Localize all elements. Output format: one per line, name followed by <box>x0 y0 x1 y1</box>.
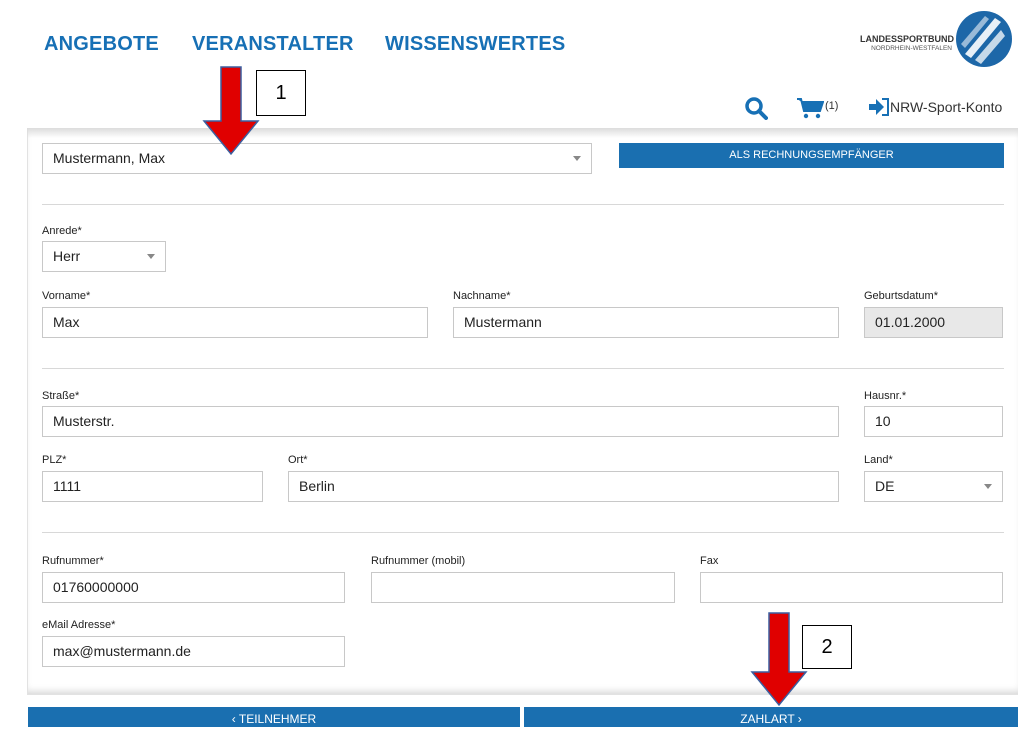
divider <box>42 532 1004 533</box>
person-select[interactable]: Mustermann, Max <box>42 143 592 174</box>
logo-line1: LANDESSPORTBUND <box>860 34 955 44</box>
account-link[interactable]: NRW-Sport-Konto <box>890 99 1002 115</box>
vorname-label: Vorname* <box>42 290 91 302</box>
strasse-field[interactable]: Musterstr. <box>42 406 839 437</box>
nav-angebote[interactable]: ANGEBOTE <box>44 33 159 56</box>
vorname-field[interactable]: Max <box>42 307 428 338</box>
callout-2: 2 <box>802 625 852 669</box>
chevron-down-icon <box>984 484 992 489</box>
landessportbund-logo-icon[interactable] <box>955 10 1013 68</box>
person-select-value: Mustermann, Max <box>53 150 166 166</box>
chevron-down-icon <box>573 156 581 161</box>
fax-label: Fax <box>700 555 719 567</box>
email-label: eMail Adresse* <box>42 619 116 631</box>
mobil-label: Rufnummer (mobil) <box>371 555 466 567</box>
land-label: Land* <box>864 454 893 466</box>
login-icon[interactable] <box>868 98 890 116</box>
cart-icon[interactable] <box>796 97 824 119</box>
logo-text[interactable]: LANDESSPORTBUND NORDRHEIN-WESTFALEN <box>860 34 955 54</box>
mobil-field[interactable] <box>371 572 675 603</box>
chevron-down-icon <box>147 254 155 259</box>
nav-veranstalter[interactable]: VERANSTALTER <box>192 33 354 56</box>
recipient-button[interactable]: ALS RECHNUNGSEMPFÄNGER <box>619 143 1004 168</box>
land-select[interactable]: DE <box>864 471 1003 502</box>
ort-field[interactable]: Berlin <box>288 471 839 502</box>
fax-field[interactable] <box>700 572 1003 603</box>
back-to-teilnehmer-button[interactable]: ‹ TEILNEHMER <box>28 707 520 727</box>
geburtsdatum-field: 01.01.2000 <box>864 307 1003 338</box>
search-icon[interactable] <box>744 96 768 120</box>
anrede-select[interactable]: Herr <box>42 241 166 272</box>
nachname-field[interactable]: Mustermann <box>453 307 839 338</box>
anrede-label: Anrede* <box>42 225 82 237</box>
plz-label: PLZ* <box>42 454 67 466</box>
logo-line2: NORDRHEIN-WESTFALEN <box>871 45 952 52</box>
geburtsdatum-label: Geburtsdatum* <box>864 290 938 302</box>
arrow-down-icon <box>750 612 808 707</box>
nachname-label: Nachname* <box>453 290 511 302</box>
divider <box>42 368 1004 369</box>
anrede-value: Herr <box>53 248 81 264</box>
header-shadow <box>27 128 1018 138</box>
plz-field[interactable]: 1111 <box>42 471 263 502</box>
hausnr-field[interactable]: 10 <box>864 406 1003 437</box>
ort-label: Ort* <box>288 454 308 466</box>
cart-count[interactable]: (1) <box>825 100 838 112</box>
nav-wissenswertes[interactable]: WISSENSWERTES <box>385 33 565 56</box>
strasse-label: Straße* <box>42 390 80 402</box>
divider <box>42 204 1004 205</box>
rufnummer-label: Rufnummer* <box>42 555 104 567</box>
next-zahlart-button[interactable]: ZAHLART › <box>524 707 1018 727</box>
rufnummer-field[interactable]: 01760000000 <box>42 572 345 603</box>
arrow-down-icon <box>202 66 260 156</box>
email-field[interactable]: max@mustermann.de <box>42 636 345 667</box>
land-value: DE <box>875 478 895 494</box>
callout-1: 1 <box>256 70 306 116</box>
hausnr-label: Hausnr.* <box>864 390 907 402</box>
